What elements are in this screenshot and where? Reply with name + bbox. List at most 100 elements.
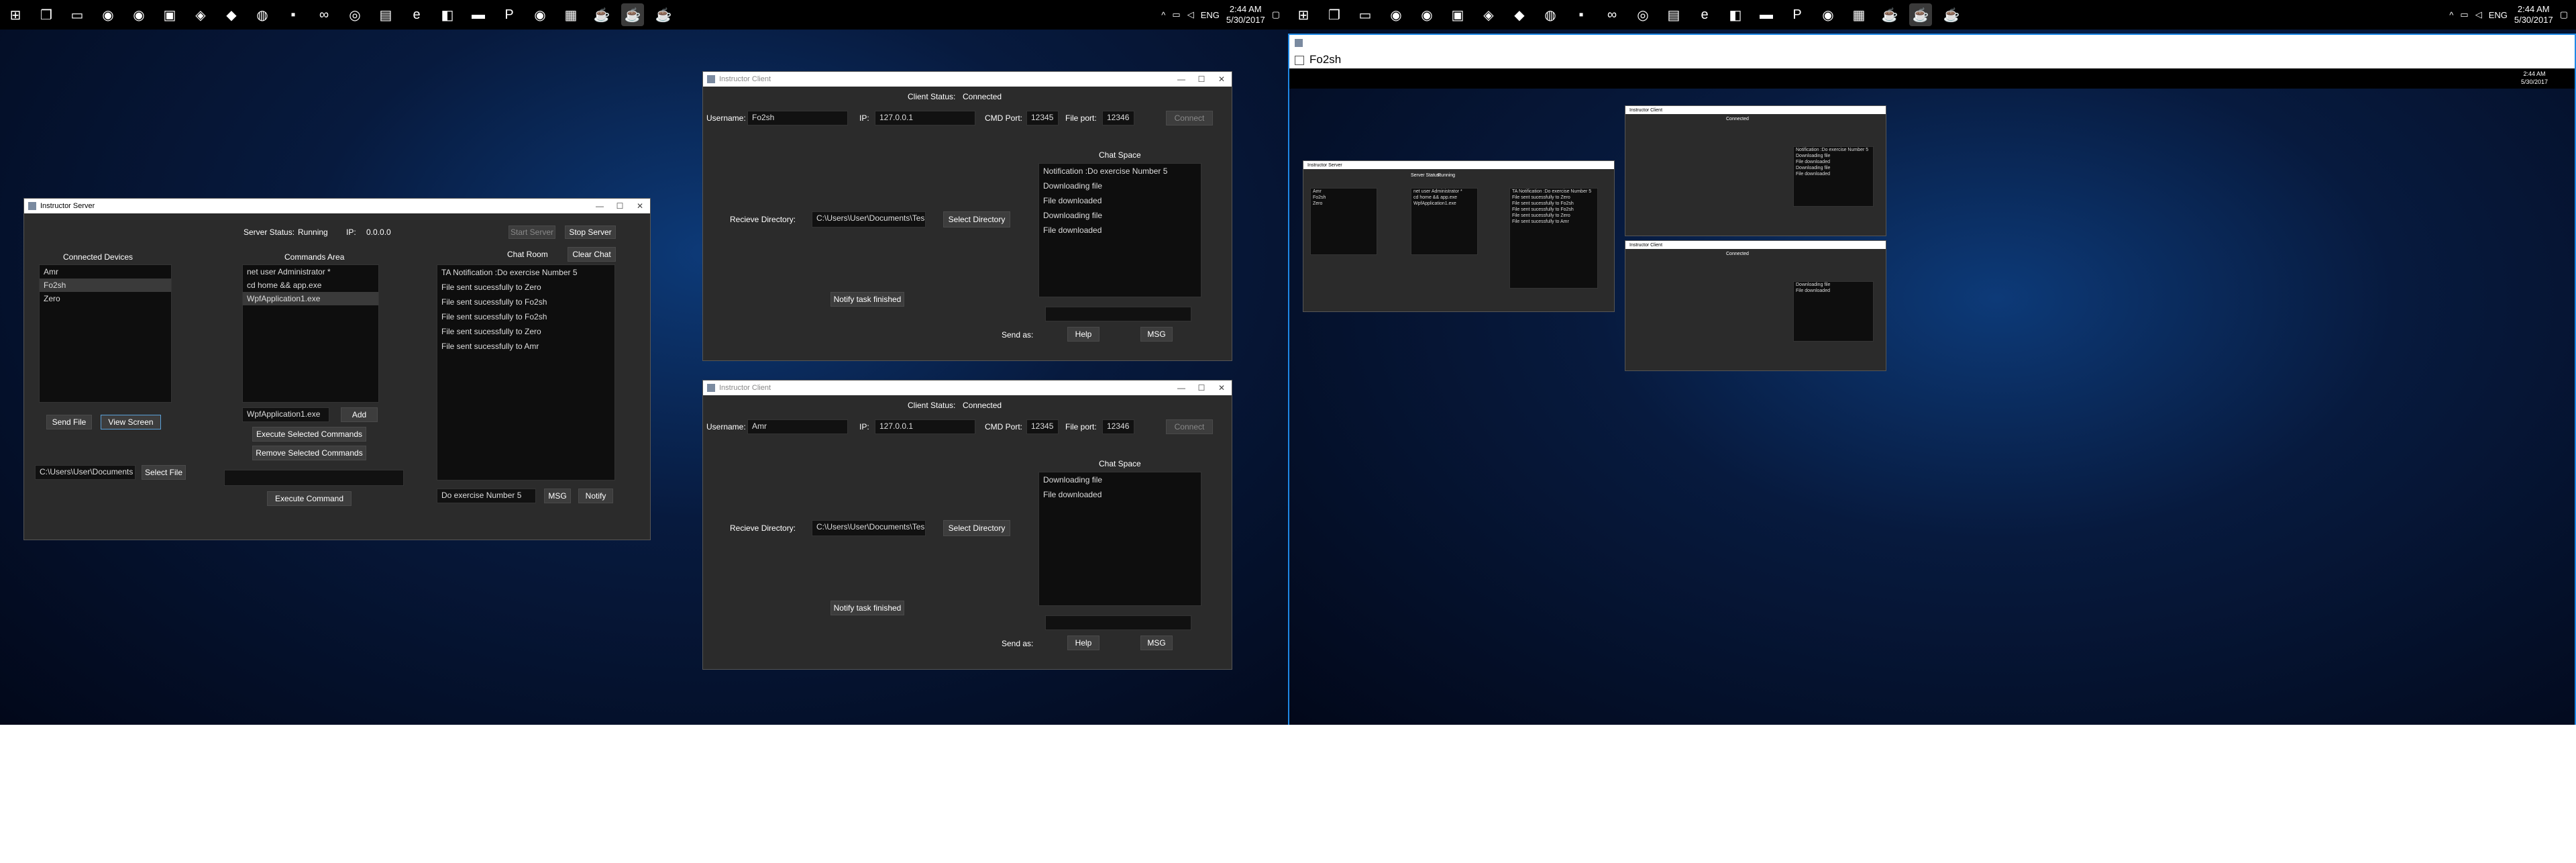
photo-icon[interactable]: ▦ xyxy=(559,3,582,26)
chrome-icon[interactable]: ◉ xyxy=(1817,3,1839,26)
minimize-icon[interactable]: — xyxy=(590,199,610,213)
send-file-button[interactable]: Send File xyxy=(46,415,92,429)
list-item[interactable]: Zero xyxy=(40,292,171,305)
intellij-icon[interactable]: ▣ xyxy=(158,3,181,26)
view-screen-button[interactable]: View Screen xyxy=(101,415,161,429)
tray-arrow-icon[interactable]: ^ xyxy=(1161,10,1165,20)
connect-button[interactable]: Connect xyxy=(1166,111,1213,125)
username-input[interactable]: Fo2sh xyxy=(747,111,848,125)
ip-input[interactable]: 127.0.0.1 xyxy=(875,111,975,125)
taskview-icon[interactable]: ❐ xyxy=(35,3,58,26)
java-icon-3[interactable]: ☕ xyxy=(1940,3,1963,26)
file-port-input[interactable]: 12346 xyxy=(1102,111,1134,125)
msg-button[interactable]: MSG xyxy=(1140,636,1173,650)
java-icon[interactable]: ☕ xyxy=(590,3,613,26)
discord-icon[interactable]: ◉ xyxy=(1385,3,1407,26)
layout-icon[interactable]: ▤ xyxy=(1662,3,1685,26)
taskview-icon[interactable]: ❐ xyxy=(1323,3,1346,26)
powerpoint-icon[interactable]: P xyxy=(498,3,521,26)
add-button[interactable]: Add xyxy=(341,407,378,422)
select-directory-button[interactable]: Select Directory xyxy=(943,211,1010,227)
network-icon[interactable]: ▭ xyxy=(1172,9,1180,20)
cmd-port-input[interactable]: 12345 xyxy=(1026,419,1059,434)
android-studio-icon[interactable]: ◍ xyxy=(1539,3,1562,26)
unity-icon[interactable]: ◆ xyxy=(1508,3,1531,26)
notify-button[interactable]: Notify xyxy=(578,489,613,503)
intellij-icon[interactable]: ▣ xyxy=(1446,3,1469,26)
discord-icon-2[interactable]: ◉ xyxy=(1415,3,1438,26)
network-icon[interactable]: ▭ xyxy=(2460,9,2468,20)
java-icon-2[interactable]: ☕ xyxy=(1909,3,1932,26)
select-file-button[interactable]: Select File xyxy=(142,465,186,480)
list-item[interactable]: WpfApplication1.exe xyxy=(243,292,378,305)
vscode-icon[interactable]: ◧ xyxy=(1724,3,1747,26)
chat-space-list[interactable]: Downloading file File downloaded xyxy=(1038,472,1201,606)
chrome-icon[interactable]: ◉ xyxy=(529,3,551,26)
maximize-icon[interactable]: ☐ xyxy=(610,199,630,213)
notify-task-finished-button[interactable]: Notify task finished xyxy=(830,292,904,307)
select-directory-button[interactable]: Select Directory xyxy=(943,520,1010,536)
photo-icon[interactable]: ▦ xyxy=(1847,3,1870,26)
list-item[interactable]: cd home && app.exe xyxy=(243,278,378,292)
arduino-icon[interactable]: ∞ xyxy=(1601,3,1623,26)
stop-server-button[interactable]: Stop Server xyxy=(565,225,616,239)
minimize-icon[interactable]: — xyxy=(1171,380,1191,395)
clock[interactable]: 2:44 AM 5/30/2017 xyxy=(1226,4,1265,26)
java-icon-2[interactable]: ☕ xyxy=(621,3,644,26)
android-studio-icon[interactable]: ◍ xyxy=(251,3,274,26)
remote-desktop[interactable]: 2:44 AM 5/30/2017 Instructor Server Serve… xyxy=(1289,68,2575,725)
chat-list[interactable]: TA Notification :Do exercise Number 5 Fi… xyxy=(437,264,615,480)
help-button[interactable]: Help xyxy=(1067,327,1099,342)
command-line-input[interactable] xyxy=(224,470,404,486)
java-icon-3[interactable]: ☕ xyxy=(652,3,675,26)
chrome-outline-icon[interactable]: ◎ xyxy=(1631,3,1654,26)
msg-button[interactable]: MSG xyxy=(544,489,571,503)
file-explorer-icon[interactable]: ▭ xyxy=(1354,3,1377,26)
tray-arrow-icon[interactable]: ^ xyxy=(2449,10,2453,20)
language-indicator[interactable]: ENG xyxy=(1201,10,1220,20)
close-icon[interactable]: ✕ xyxy=(1212,72,1232,87)
unity-icon[interactable]: ◆ xyxy=(220,3,243,26)
close-icon[interactable]: ✕ xyxy=(1212,380,1232,395)
cmd-port-input[interactable]: 12345 xyxy=(1026,111,1059,125)
volume-icon[interactable]: ◁ xyxy=(1187,9,1194,20)
chat-space-list[interactable]: Notification :Do exercise Number 5 Downlo… xyxy=(1038,163,1201,297)
close-icon[interactable]: ✕ xyxy=(630,199,650,213)
java-icon[interactable]: ☕ xyxy=(1878,3,1901,26)
maximize-icon[interactable]: ☐ xyxy=(1191,72,1212,87)
windows-icon[interactable]: ⊞ xyxy=(1292,3,1315,26)
execute-command-button[interactable]: Execute Command xyxy=(267,491,352,506)
list-item[interactable]: net user Administrator * xyxy=(243,265,378,278)
list-item[interactable]: Amr xyxy=(40,265,171,278)
connect-button[interactable]: Connect xyxy=(1166,419,1213,434)
arduino-icon[interactable]: ∞ xyxy=(313,3,335,26)
list-item[interactable]: Fo2sh xyxy=(40,278,171,292)
visual-studio-icon[interactable]: ◈ xyxy=(189,3,212,26)
msg-button[interactable]: MSG xyxy=(1140,327,1173,342)
maximize-icon[interactable]: ☐ xyxy=(1191,380,1212,395)
clock[interactable]: 2:44 AM 5/30/2017 xyxy=(2514,4,2553,26)
powerpoint-icon[interactable]: P xyxy=(1786,3,1809,26)
chat-input[interactable]: Do exercise Number 5 xyxy=(437,489,536,503)
start-server-button[interactable]: Start Server xyxy=(508,225,555,239)
ip-input[interactable]: 127.0.0.1 xyxy=(875,419,975,434)
commands-list[interactable]: net user Administrator * cd home && app.… xyxy=(242,264,379,403)
cmd-icon[interactable]: ▪ xyxy=(1570,3,1593,26)
notification-icon[interactable]: ▢ xyxy=(2560,9,2568,20)
chat-input[interactable] xyxy=(1045,307,1191,321)
command-input[interactable]: WpfApplication1.exe xyxy=(242,407,329,422)
discord-icon[interactable]: ◉ xyxy=(97,3,119,26)
layout-icon[interactable]: ▤ xyxy=(374,3,397,26)
notify-task-finished-button[interactable]: Notify task finished xyxy=(830,601,904,615)
username-input[interactable]: Amr xyxy=(747,419,848,434)
help-button[interactable]: Help xyxy=(1067,636,1099,650)
notification-icon[interactable]: ▢ xyxy=(1272,9,1280,20)
windows-icon[interactable]: ⊞ xyxy=(4,3,27,26)
chat-input[interactable] xyxy=(1045,615,1191,630)
language-indicator[interactable]: ENG xyxy=(2489,10,2508,20)
receive-directory-input[interactable]: C:\Users\User\Documents\Tes xyxy=(812,520,926,536)
volume-icon[interactable]: ◁ xyxy=(2475,9,2482,20)
file-explorer-icon[interactable]: ▭ xyxy=(66,3,89,26)
execute-selected-button[interactable]: Execute Selected Commands xyxy=(252,427,366,442)
edge-icon[interactable]: e xyxy=(1693,3,1716,26)
